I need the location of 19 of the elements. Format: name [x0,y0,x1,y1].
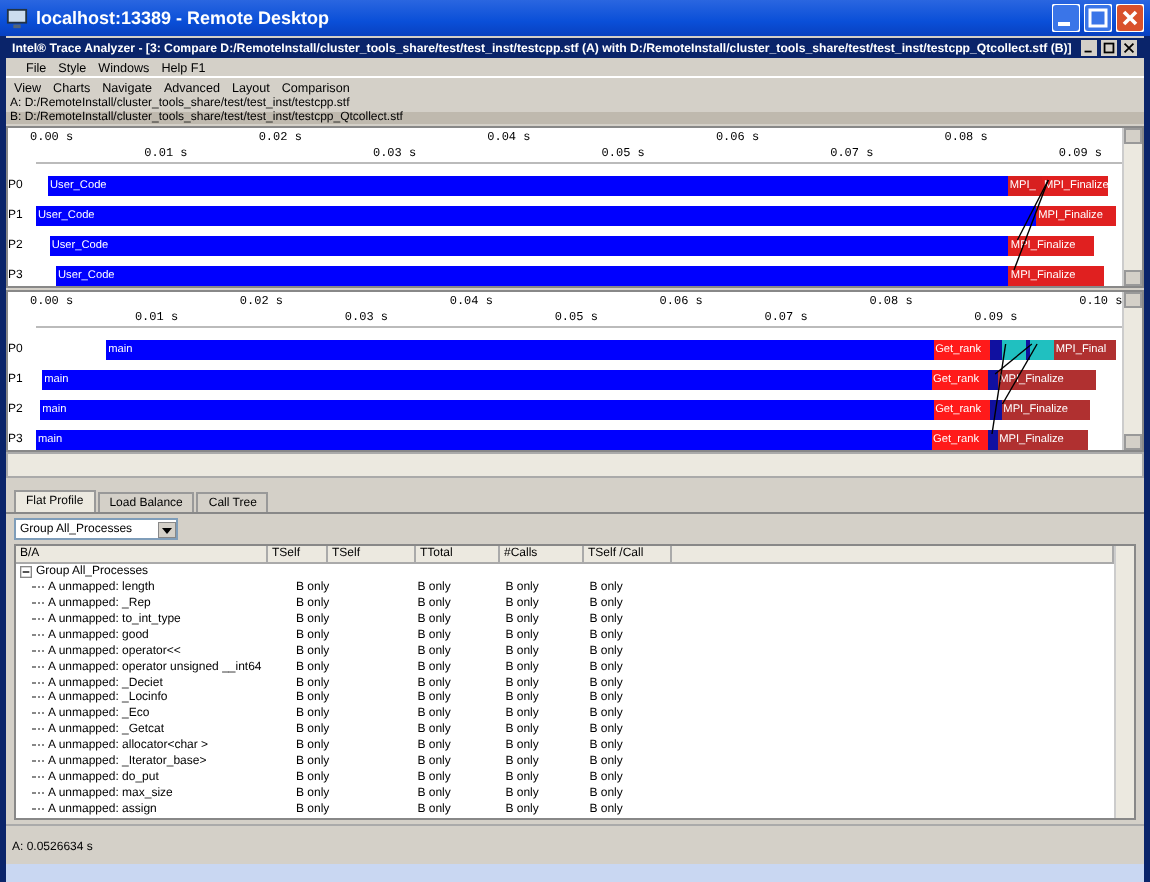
vertical-scrollbar[interactable] [1122,292,1142,450]
minimize-icon[interactable] [1052,4,1080,32]
horizontal-scrollbar[interactable] [6,452,1144,478]
close-icon[interactable] [1120,40,1138,56]
vertical-scrollbar[interactable] [1114,546,1134,818]
timeline-segment[interactable] [988,369,998,389]
monitor-icon [6,7,28,29]
timeline-segment[interactable] [1025,339,1031,359]
dropdown-arrow-icon [158,521,176,537]
timeline-segment[interactable] [990,399,1002,419]
window-title: localhost:13389 - Remote Desktop [36,8,332,28]
collapse-icon[interactable] [20,565,32,578]
minimize-icon[interactable] [1080,40,1098,56]
timeline-segment[interactable] [1030,339,1054,359]
horizontal-scrollbar[interactable] [6,864,1144,882]
vertical-scrollbar[interactable] [1122,128,1142,286]
maximize-icon[interactable] [1100,40,1118,56]
timeline-segment[interactable] [990,339,1002,359]
timeline-segment[interactable] [988,429,998,449]
